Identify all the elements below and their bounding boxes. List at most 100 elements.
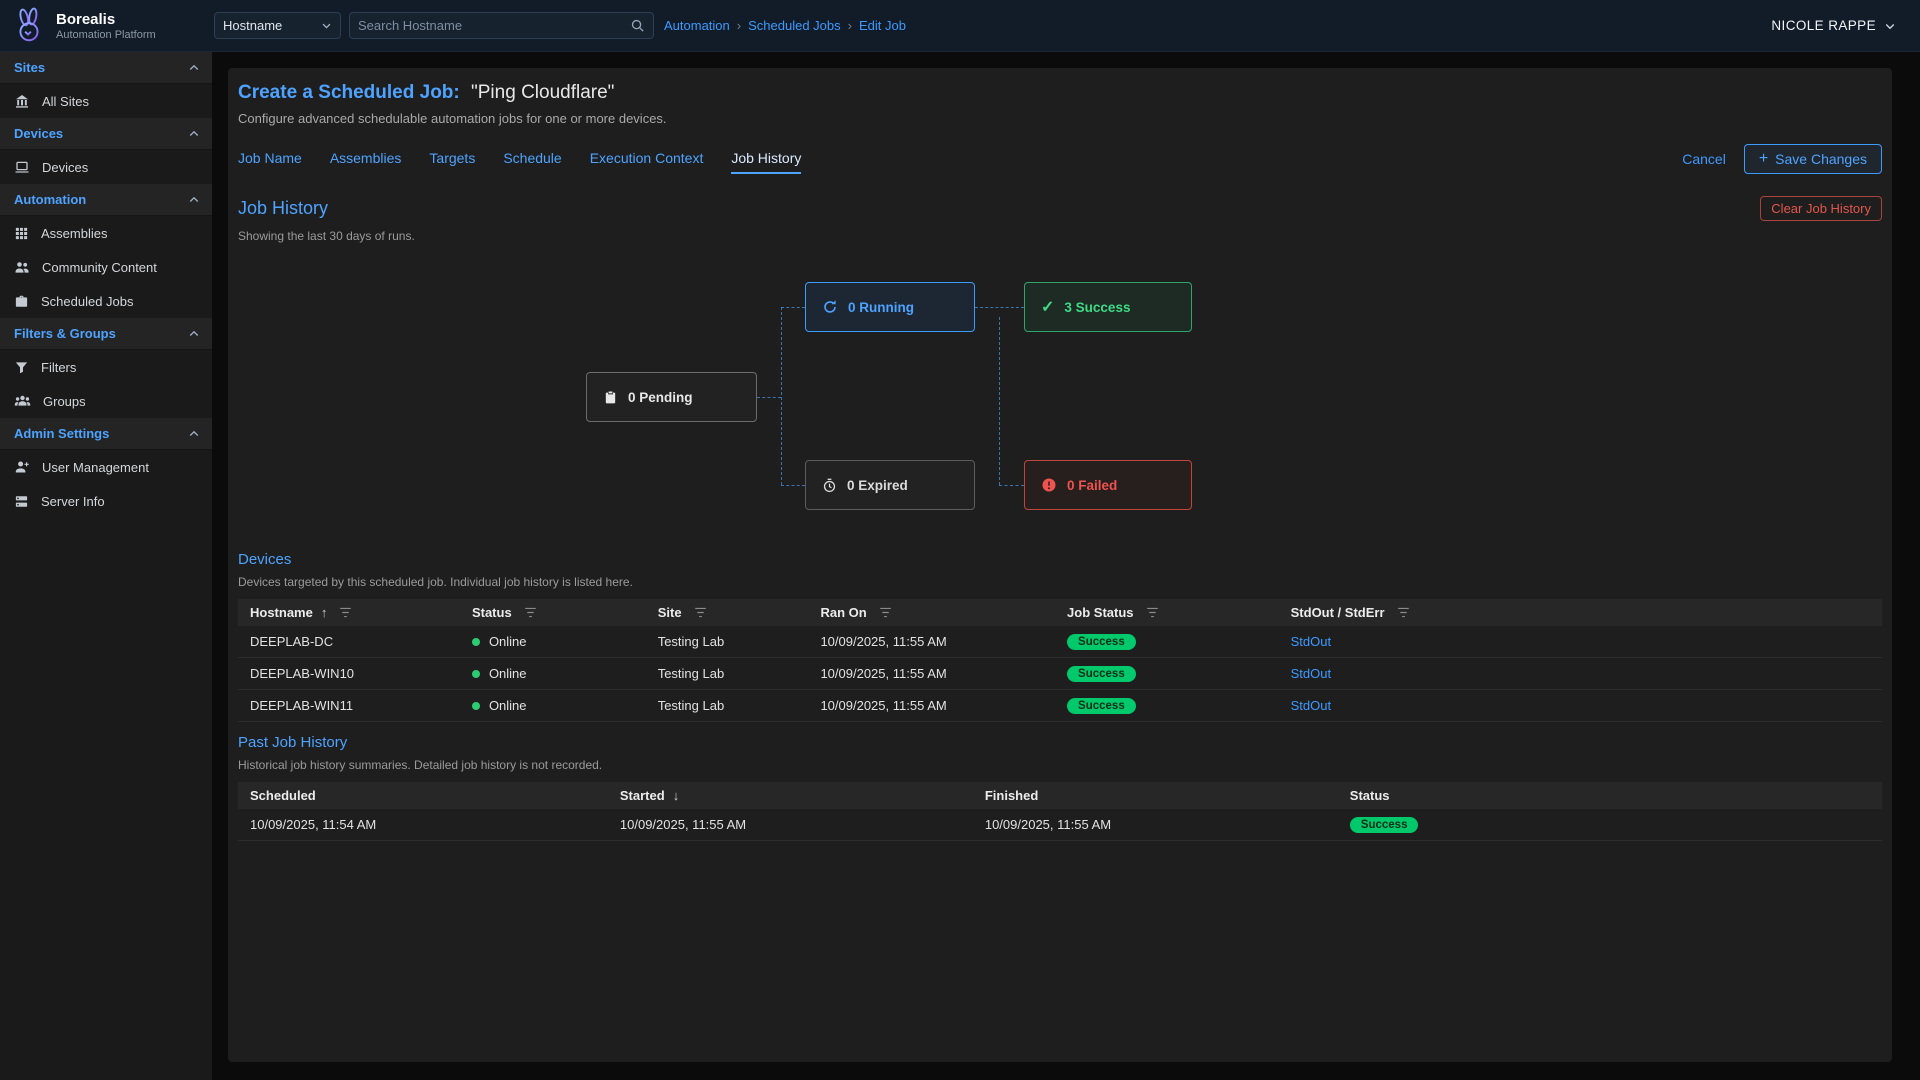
tab-assemblies[interactable]: Assemblies	[330, 150, 402, 174]
user-name: NICOLE RAPPE	[1771, 18, 1876, 33]
page-title-prefix: Create a Scheduled Job:	[238, 82, 460, 103]
sidebar-item-label: Filters	[41, 360, 76, 375]
save-changes-label: Save Changes	[1775, 151, 1867, 167]
hostname-dropdown[interactable]: Hostname	[214, 12, 341, 39]
online-dot-icon	[472, 638, 480, 646]
sidebar-section-sites[interactable]: Sites	[0, 52, 212, 84]
tab-schedule[interactable]: Schedule	[503, 150, 561, 174]
sidebar-item-label: Devices	[42, 160, 88, 175]
filter-menu-icon[interactable]	[1146, 606, 1159, 619]
stdout-link[interactable]: StdOut	[1291, 698, 1331, 713]
col-job-status[interactable]: Job Status	[1055, 599, 1279, 626]
tab-execution-context[interactable]: Execution Context	[590, 150, 704, 174]
sidebar-item-label: Assemblies	[41, 226, 107, 241]
col-label: Site	[658, 605, 682, 620]
user-menu[interactable]: NICOLE RAPPE	[1771, 18, 1896, 33]
sidebar-item-filters[interactable]: Filters	[0, 350, 212, 384]
sidebar-section-devices[interactable]: Devices	[0, 118, 212, 150]
clipboard-icon	[603, 390, 618, 405]
col-site[interactable]: Site	[646, 599, 809, 626]
col-scheduled[interactable]: Scheduled	[238, 782, 608, 809]
col-status[interactable]: Status	[1338, 782, 1882, 809]
page-subtitle: Configure advanced schedulable automatio…	[238, 111, 1882, 126]
devices-subheading: Devices targeted by this scheduled job. …	[238, 575, 1882, 589]
server-icon	[14, 494, 29, 509]
site-cell: Testing Lab	[646, 626, 809, 658]
sidebar-item-label: Community Content	[42, 260, 157, 275]
laptop-icon	[14, 159, 30, 175]
sidebar-item-all-sites[interactable]: All Sites	[0, 84, 212, 118]
breadcrumb-automation[interactable]: Automation	[664, 18, 730, 33]
sidebar-item-scheduled-jobs[interactable]: Scheduled Jobs	[0, 284, 212, 318]
status-badge: Success	[1350, 817, 1419, 833]
clear-job-history-button[interactable]: Clear Job History	[1760, 196, 1882, 221]
sidebar: Sites All Sites Devices Devices Automati…	[0, 52, 212, 1080]
stdout-link[interactable]: StdOut	[1291, 634, 1331, 649]
devices-table: Hostname ↑ Status Site Ran On	[238, 599, 1882, 722]
scheduled-cell: 10/09/2025, 11:54 AM	[238, 809, 608, 841]
col-label: Hostname	[250, 605, 313, 620]
filter-menu-icon[interactable]	[524, 606, 537, 619]
sidebar-item-devices[interactable]: Devices	[0, 150, 212, 184]
cancel-button[interactable]: Cancel	[1682, 151, 1726, 167]
filter-menu-icon[interactable]	[879, 606, 892, 619]
job-name: "Ping Cloudflare"	[471, 82, 614, 103]
chevron-up-icon	[188, 328, 200, 340]
page-title: Create a Scheduled Job: "Ping Cloudflare…	[238, 82, 1882, 104]
sidebar-section-label: Automation	[14, 192, 86, 207]
col-stdout-stderr[interactable]: StdOut / StdErr	[1279, 599, 1882, 626]
online-dot-icon	[472, 670, 480, 678]
timer-icon	[822, 478, 837, 493]
breadcrumb-scheduled-jobs[interactable]: Scheduled Jobs	[748, 18, 841, 33]
hostname-cell: DEEPLAB-WIN10	[238, 658, 460, 690]
save-changes-button[interactable]: + Save Changes	[1744, 144, 1882, 174]
past-job-history-table: Scheduled Started ↓ Finished Status 10/0…	[238, 782, 1882, 841]
sidebar-section-filters-groups[interactable]: Filters & Groups	[0, 318, 212, 350]
error-icon	[1041, 477, 1057, 493]
ran-on-cell: 10/09/2025, 11:55 AM	[808, 658, 1055, 690]
col-hostname[interactable]: Hostname ↑	[238, 599, 460, 626]
job-status-cell: Success	[1055, 690, 1279, 722]
sort-descending-icon[interactable]: ↓	[673, 788, 680, 803]
building-icon	[14, 93, 30, 109]
filter-menu-icon[interactable]	[1397, 606, 1410, 619]
site-cell: Testing Lab	[646, 690, 809, 722]
col-label: Status	[472, 605, 512, 620]
status-cell: Success	[1338, 809, 1882, 841]
col-ran-on[interactable]: Ran On	[808, 599, 1055, 626]
sidebar-section-automation[interactable]: Automation	[0, 184, 212, 216]
success-status-card: ✓ 3 Success	[1024, 282, 1192, 332]
ran-on-cell: 10/09/2025, 11:55 AM	[808, 626, 1055, 658]
sidebar-item-assemblies[interactable]: Assemblies	[0, 216, 212, 250]
tab-targets[interactable]: Targets	[429, 150, 475, 174]
stdout-link[interactable]: StdOut	[1291, 666, 1331, 681]
refresh-icon	[822, 299, 838, 315]
sidebar-item-community-content[interactable]: Community Content	[0, 250, 212, 284]
table-row: DEEPLAB-WIN10 Online Testing Lab 10/09/2…	[238, 658, 1882, 690]
col-finished[interactable]: Finished	[973, 782, 1338, 809]
hostname-dropdown-value: Hostname	[223, 18, 282, 33]
chevron-down-icon	[1884, 20, 1896, 32]
tab-job-history[interactable]: Job History	[731, 150, 801, 174]
search-input[interactable]	[358, 18, 630, 33]
sort-ascending-icon[interactable]: ↑	[321, 605, 328, 620]
connector-line	[999, 485, 1024, 486]
running-count-label: 0 Running	[848, 300, 914, 315]
tab-job-name[interactable]: Job Name	[238, 150, 302, 174]
sidebar-section-label: Filters & Groups	[14, 326, 116, 341]
sidebar-item-server-info[interactable]: Server Info	[0, 484, 212, 518]
filter-menu-icon[interactable]	[339, 606, 352, 619]
breadcrumb-edit-job[interactable]: Edit Job	[859, 18, 906, 33]
connector-line	[781, 307, 805, 308]
sidebar-section-admin-settings[interactable]: Admin Settings	[0, 418, 212, 450]
col-started[interactable]: Started ↓	[608, 782, 973, 809]
col-label: Job Status	[1067, 605, 1133, 620]
job-status-flow-diagram: 0 Pending 0 Running ✓ 3 Success 0 Expire…	[238, 257, 1882, 539]
filter-menu-icon[interactable]	[694, 606, 707, 619]
connector-line	[781, 485, 805, 486]
online-dot-icon	[472, 702, 480, 710]
search-icon[interactable]	[630, 18, 645, 33]
col-status[interactable]: Status	[460, 599, 646, 626]
sidebar-item-user-management[interactable]: User Management	[0, 450, 212, 484]
sidebar-item-groups[interactable]: Groups	[0, 384, 212, 418]
